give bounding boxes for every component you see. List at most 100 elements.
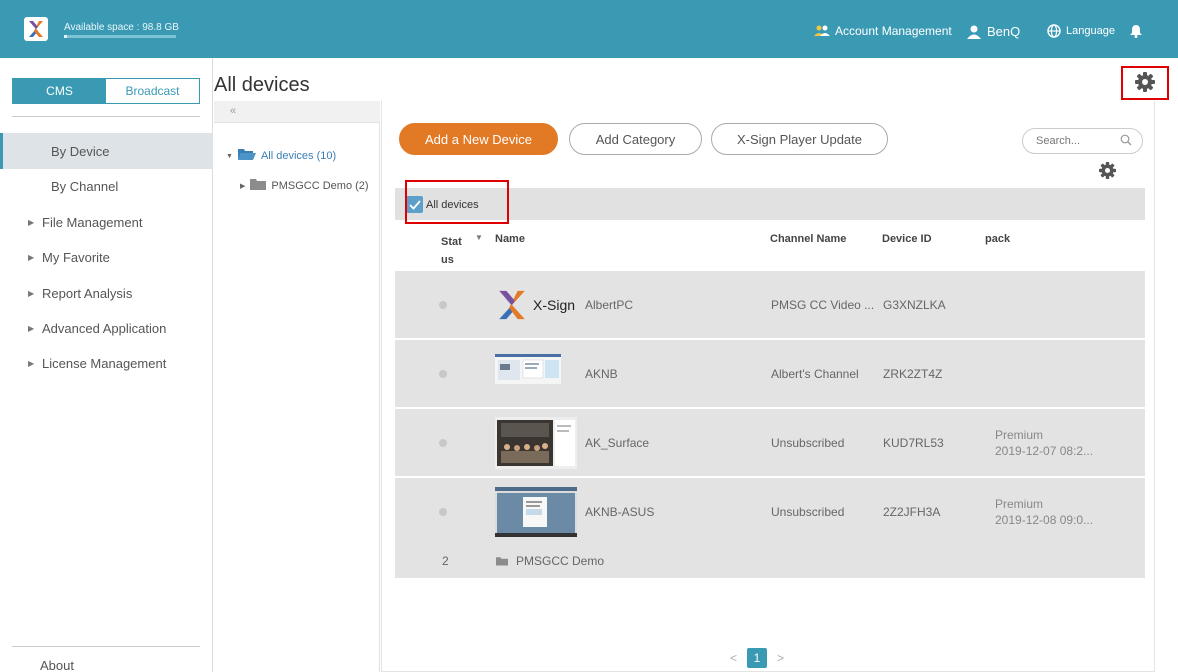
device-name[interactable]: AKNB — [585, 367, 618, 381]
search-icon[interactable] — [1120, 134, 1132, 149]
channel-name: Albert's Channel — [771, 367, 859, 381]
device-thumbnail: X-Sign — [495, 285, 577, 325]
column-header-name[interactable]: Name — [495, 233, 525, 245]
sort-caret-icon[interactable]: ▼ — [475, 233, 483, 242]
user-menu[interactable]: BenQ — [966, 24, 1020, 39]
device-id: ZRK2ZT4Z — [883, 367, 943, 381]
device-name[interactable]: AKNB-ASUS — [585, 505, 654, 519]
users-icon — [814, 25, 830, 37]
top-bar: Available space : 98.8 GB Account Manage… — [0, 0, 1178, 58]
channel-name: PMSG CC Video ... — [771, 298, 875, 312]
device-name[interactable]: AlbertPC — [585, 298, 633, 312]
table-row[interactable]: AKNB-ASUS Unsubscribed 2Z2JFH3A Premium … — [395, 478, 1145, 546]
add-category-button[interactable]: Add Category — [569, 123, 702, 155]
sidebar-item-by-channel[interactable]: By Channel — [0, 168, 213, 204]
sidebar-item-label: By Channel — [51, 178, 119, 194]
space-usage-bar — [64, 35, 176, 38]
search-placeholder: Search... — [1036, 135, 1081, 147]
caret-right-icon: ▶ — [28, 358, 35, 368]
language-menu[interactable]: Language — [1047, 24, 1115, 38]
sidebar-item-file-management[interactable]: ▶ File Management — [0, 204, 213, 240]
user-name: BenQ — [987, 24, 1021, 39]
gear-icon[interactable] — [1099, 162, 1116, 182]
category-tree: « ▼ All devices (10) ▶ PMSGCC Demo (2) — [214, 101, 380, 672]
folder-icon — [496, 555, 508, 569]
device-id: 2Z2JFH3A — [883, 505, 941, 519]
divider — [12, 116, 200, 117]
sidebar-item-label: My Favorite — [42, 249, 110, 265]
thumbnail-logo-text: X-Sign — [533, 297, 576, 313]
column-header-status[interactable]: Stat us — [441, 233, 463, 269]
sidebar-item-label: Report Analysis — [42, 285, 133, 301]
category-row[interactable]: 2 PMSGCC Demo — [395, 544, 1145, 578]
caret-right-icon: ▶ — [28, 323, 35, 333]
collapse-tree-button[interactable]: « — [214, 101, 380, 123]
pack-date: 2019-12-08 09:0... — [995, 513, 1094, 527]
tree-node-all-devices[interactable]: ▼ All devices (10) — [226, 148, 336, 164]
search-input[interactable]: Search... — [1022, 128, 1143, 154]
caret-right-icon: ▶ — [28, 252, 35, 262]
x-sign-logo-icon — [499, 290, 525, 320]
page-title: All devices — [214, 74, 310, 96]
caret-right-icon: ▶ — [240, 182, 246, 190]
caret-right-icon: ▶ — [28, 288, 35, 298]
sidebar-item-report-analysis[interactable]: ▶ Report Analysis — [0, 275, 213, 311]
column-header-channel[interactable]: Channel Name — [770, 233, 846, 245]
device-thumbnail — [495, 354, 577, 394]
page-1-button[interactable]: 1 — [747, 648, 768, 668]
tree-node-pmsgcc-demo[interactable]: ▶ PMSGCC Demo (2) — [240, 178, 369, 193]
player-update-button[interactable]: X-Sign Player Update — [711, 123, 888, 155]
cms-tab[interactable]: CMS — [13, 79, 106, 103]
status-indicator — [439, 439, 447, 447]
about-link[interactable]: About — [40, 658, 74, 672]
account-management-link[interactable]: Account Management — [814, 24, 952, 38]
pack-name: Premium — [995, 497, 1044, 511]
sidebar-item-label: File Management — [42, 214, 143, 230]
pack-date: 2019-12-07 08:2... — [995, 444, 1094, 458]
next-page-button[interactable]: > — [777, 651, 784, 665]
sidebar-item-license-management[interactable]: ▶ License Management — [0, 345, 213, 381]
status-indicator — [439, 508, 447, 516]
device-name[interactable]: AK_Surface — [585, 436, 649, 450]
category-name: PMSGCC Demo — [516, 554, 605, 568]
tree-node-label: PMSGCC Demo (2) — [271, 179, 369, 192]
caret-down-icon: ▼ — [226, 152, 233, 160]
table-row[interactable]: AK_Surface Unsubscribed KUD7RL53 Premium… — [395, 409, 1145, 477]
pack-name: Premium — [995, 428, 1044, 442]
pagination: < 1 > — [730, 648, 784, 668]
account-management-label: Account Management — [835, 24, 952, 38]
device-thumbnail — [495, 417, 577, 469]
column-header-pack[interactable]: pack — [985, 233, 1010, 245]
pack-info: Premium 2019-12-08 09:0... — [995, 496, 1093, 528]
person-icon — [966, 25, 982, 39]
prev-page-button[interactable]: < — [730, 651, 737, 665]
mode-switch: CMS Broadcast — [12, 78, 200, 104]
sidebar-item-label: License Management — [42, 355, 167, 371]
folder-open-icon — [237, 148, 256, 164]
tree-node-label: All devices (10) — [260, 150, 337, 162]
sidebar-item-my-favorite[interactable]: ▶ My Favorite — [0, 239, 213, 275]
folder-icon — [250, 178, 267, 193]
sidebar-item-by-device[interactable]: By Device — [0, 133, 213, 169]
table-row[interactable]: X-Sign AlbertPC PMSG CC Video ... G3XNZL… — [395, 271, 1145, 339]
status-indicator — [439, 370, 447, 378]
divider — [12, 646, 200, 647]
add-new-device-button[interactable]: Add a New Device — [399, 123, 558, 155]
x-sign-logo-icon[interactable] — [24, 17, 48, 41]
category-device-count: 2 — [442, 554, 449, 568]
bell-icon[interactable] — [1130, 24, 1142, 38]
channel-name: Unsubscribed — [771, 436, 845, 450]
sidebar-item-advanced-application[interactable]: ▶ Advanced Application — [0, 310, 213, 346]
globe-icon — [1047, 24, 1061, 38]
channel-name: Unsubscribed — [771, 505, 845, 519]
column-header-device-id[interactable]: Device ID — [882, 233, 932, 245]
status-indicator — [439, 301, 447, 309]
sidebar-item-label: Advanced Application — [42, 320, 167, 336]
sidebar: CMS Broadcast By Device By Channel ▶ Fil… — [0, 58, 213, 672]
table-row[interactable]: AKNB Albert's Channel ZRK2ZT4Z — [395, 340, 1145, 408]
device-id: KUD7RL53 — [883, 436, 944, 450]
sidebar-item-label: By Device — [51, 143, 110, 159]
available-space: Available space : 98.8 GB — [64, 22, 179, 33]
broadcast-tab[interactable]: Broadcast — [106, 79, 199, 103]
settings-button[interactable] — [1121, 66, 1169, 100]
